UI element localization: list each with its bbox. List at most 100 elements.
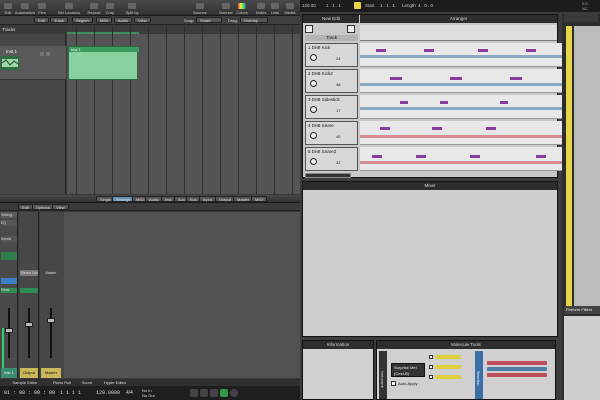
- mixer-view-menu[interactable]: View: [52, 204, 69, 210]
- edit-menu[interactable]: Edit: [34, 17, 49, 23]
- side-list[interactable]: [574, 26, 600, 306]
- option-slider[interactable]: [435, 365, 461, 369]
- mixer-tab-input[interactable]: Input: [199, 196, 216, 202]
- score-tab[interactable]: Score: [78, 379, 96, 386]
- mixer-options-menu[interactable]: Options: [32, 204, 54, 210]
- option-slider[interactable]: [435, 355, 461, 359]
- stop-icon[interactable]: [210, 389, 218, 397]
- note[interactable]: [400, 101, 408, 104]
- stereo-read-button[interactable]: [20, 288, 38, 293]
- forward-icon[interactable]: [200, 389, 208, 397]
- edit-icon[interactable]: [347, 25, 355, 33]
- set-locators-button[interactable]: Set Locators: [56, 3, 82, 15]
- auto-apply-checkbox[interactable]: [391, 381, 396, 386]
- note[interactable]: [536, 155, 546, 158]
- media-button[interactable]: Media: [282, 3, 298, 15]
- snap-select[interactable]: Smart: [196, 17, 222, 23]
- solo-button[interactable]: [46, 52, 50, 56]
- stereo-fader[interactable]: [25, 322, 33, 327]
- track-menu[interactable]: Track: [50, 17, 68, 23]
- arrange-area[interactable]: Inst 1: [67, 26, 300, 194]
- mixer-tab-output[interactable]: Output: [215, 196, 236, 202]
- play-icon[interactable]: [354, 2, 361, 9]
- view-menu[interactable]: View: [134, 17, 151, 23]
- midi-region[interactable]: Inst 1: [68, 46, 139, 80]
- midi-menu[interactable]: MIDI: [96, 17, 113, 23]
- signature-display[interactable]: 4/4: [126, 390, 133, 396]
- tempo-field[interactable]: 120.00: [302, 3, 316, 8]
- note[interactable]: [376, 49, 386, 52]
- notes-button[interactable]: Notes: [254, 3, 268, 15]
- region-menu[interactable]: Region: [72, 17, 93, 23]
- hyper-editor-tab[interactable]: Hyper Editor: [98, 379, 132, 386]
- length-value[interactable]: 4 . 0 . 0: [418, 3, 433, 8]
- note[interactable]: [510, 77, 522, 80]
- track-header-inst1[interactable]: Inst 1: [0, 46, 66, 80]
- automation-read-button[interactable]: Read: [1, 288, 17, 293]
- track-knob[interactable]: [310, 106, 317, 113]
- track-knob[interactable]: [310, 54, 317, 61]
- mute-button[interactable]: [40, 52, 44, 56]
- record-icon[interactable]: [230, 389, 238, 397]
- new-track-icon[interactable]: [305, 25, 313, 33]
- note[interactable]: [416, 155, 426, 158]
- note[interactable]: [390, 77, 402, 80]
- automation-toolbar-button[interactable]: Automation: [12, 3, 38, 15]
- track-knob[interactable]: [310, 80, 317, 87]
- piano-roll-tab[interactable]: Piano Roll: [48, 379, 76, 386]
- audio-menu[interactable]: Audio: [114, 17, 133, 23]
- option-slider[interactable]: [435, 375, 461, 379]
- play-icon[interactable]: [220, 389, 228, 397]
- setting-slot[interactable]: Setting: [1, 212, 17, 218]
- mixer-edit-menu[interactable]: Edit: [18, 204, 33, 210]
- note[interactable]: [470, 155, 480, 158]
- track-row-4[interactable]: 4 DnB Snare 40: [305, 121, 358, 145]
- drag-select[interactable]: Overlap: [240, 17, 268, 23]
- sends-slot[interactable]: Sends: [1, 236, 17, 242]
- track-row-5[interactable]: 5 DnB Snare2 32: [305, 147, 358, 171]
- surprise-me-button[interactable]: Surprise Me! (Cmd-B): [391, 363, 425, 377]
- eq-slot[interactable]: EQ: [1, 220, 17, 226]
- track-row-3[interactable]: 3 DnB Sidestick 17: [305, 95, 358, 119]
- track-row-2[interactable]: 2 DnB Kick2 48: [305, 69, 358, 93]
- note[interactable]: [450, 77, 462, 80]
- cycle-region[interactable]: [67, 32, 139, 34]
- sample-editor-tab[interactable]: Sample Editor: [8, 379, 42, 386]
- selection-bar[interactable]: [487, 361, 547, 365]
- output-slot[interactable]: [1, 278, 17, 284]
- note[interactable]: [424, 49, 434, 52]
- instrument-slot[interactable]: [1, 252, 17, 260]
- note[interactable]: [372, 155, 382, 158]
- instrument-side-tab[interactable]: Instrument: [379, 351, 387, 399]
- track-row-1[interactable]: 1 DnB Kick 24: [305, 43, 358, 67]
- arranger-ruler[interactable]: [360, 25, 557, 41]
- mixer-tab-midi2[interactable]: MIDI: [251, 196, 268, 202]
- option-checkbox[interactable]: [429, 375, 433, 379]
- track-knob[interactable]: [310, 158, 317, 165]
- selection-side-tab[interactable]: Selection: [475, 351, 483, 399]
- tempo-display[interactable]: 120.0000: [96, 390, 120, 396]
- colors-button[interactable]: Colors: [235, 3, 249, 15]
- note[interactable]: [500, 101, 508, 104]
- master-fader[interactable]: [47, 318, 55, 323]
- mixer-tab-arrange[interactable]: Arrange: [112, 196, 135, 202]
- note[interactable]: [486, 127, 496, 130]
- track-scroll[interactable]: [305, 173, 351, 178]
- volume-fader[interactable]: [5, 328, 13, 333]
- crop-button[interactable]: Crop: [104, 3, 116, 15]
- flex-toolbar-button[interactable]: Flex: [36, 3, 48, 15]
- note[interactable]: [440, 101, 448, 104]
- option-checkbox[interactable]: [429, 365, 433, 369]
- selection-bar[interactable]: [487, 367, 547, 371]
- selection-bar[interactable]: [487, 373, 547, 377]
- track-knob[interactable]: [310, 132, 317, 139]
- bounce-button[interactable]: Bounce: [218, 3, 234, 15]
- lists-button[interactable]: Lists: [268, 3, 282, 15]
- option-checkbox[interactable]: [429, 355, 433, 359]
- rewind-icon[interactable]: [190, 389, 198, 397]
- start-value[interactable]: 1 . 1 . 1: [380, 3, 395, 8]
- note[interactable]: [526, 49, 536, 52]
- note[interactable]: [380, 127, 390, 130]
- note[interactable]: [432, 127, 442, 130]
- note[interactable]: [478, 49, 488, 52]
